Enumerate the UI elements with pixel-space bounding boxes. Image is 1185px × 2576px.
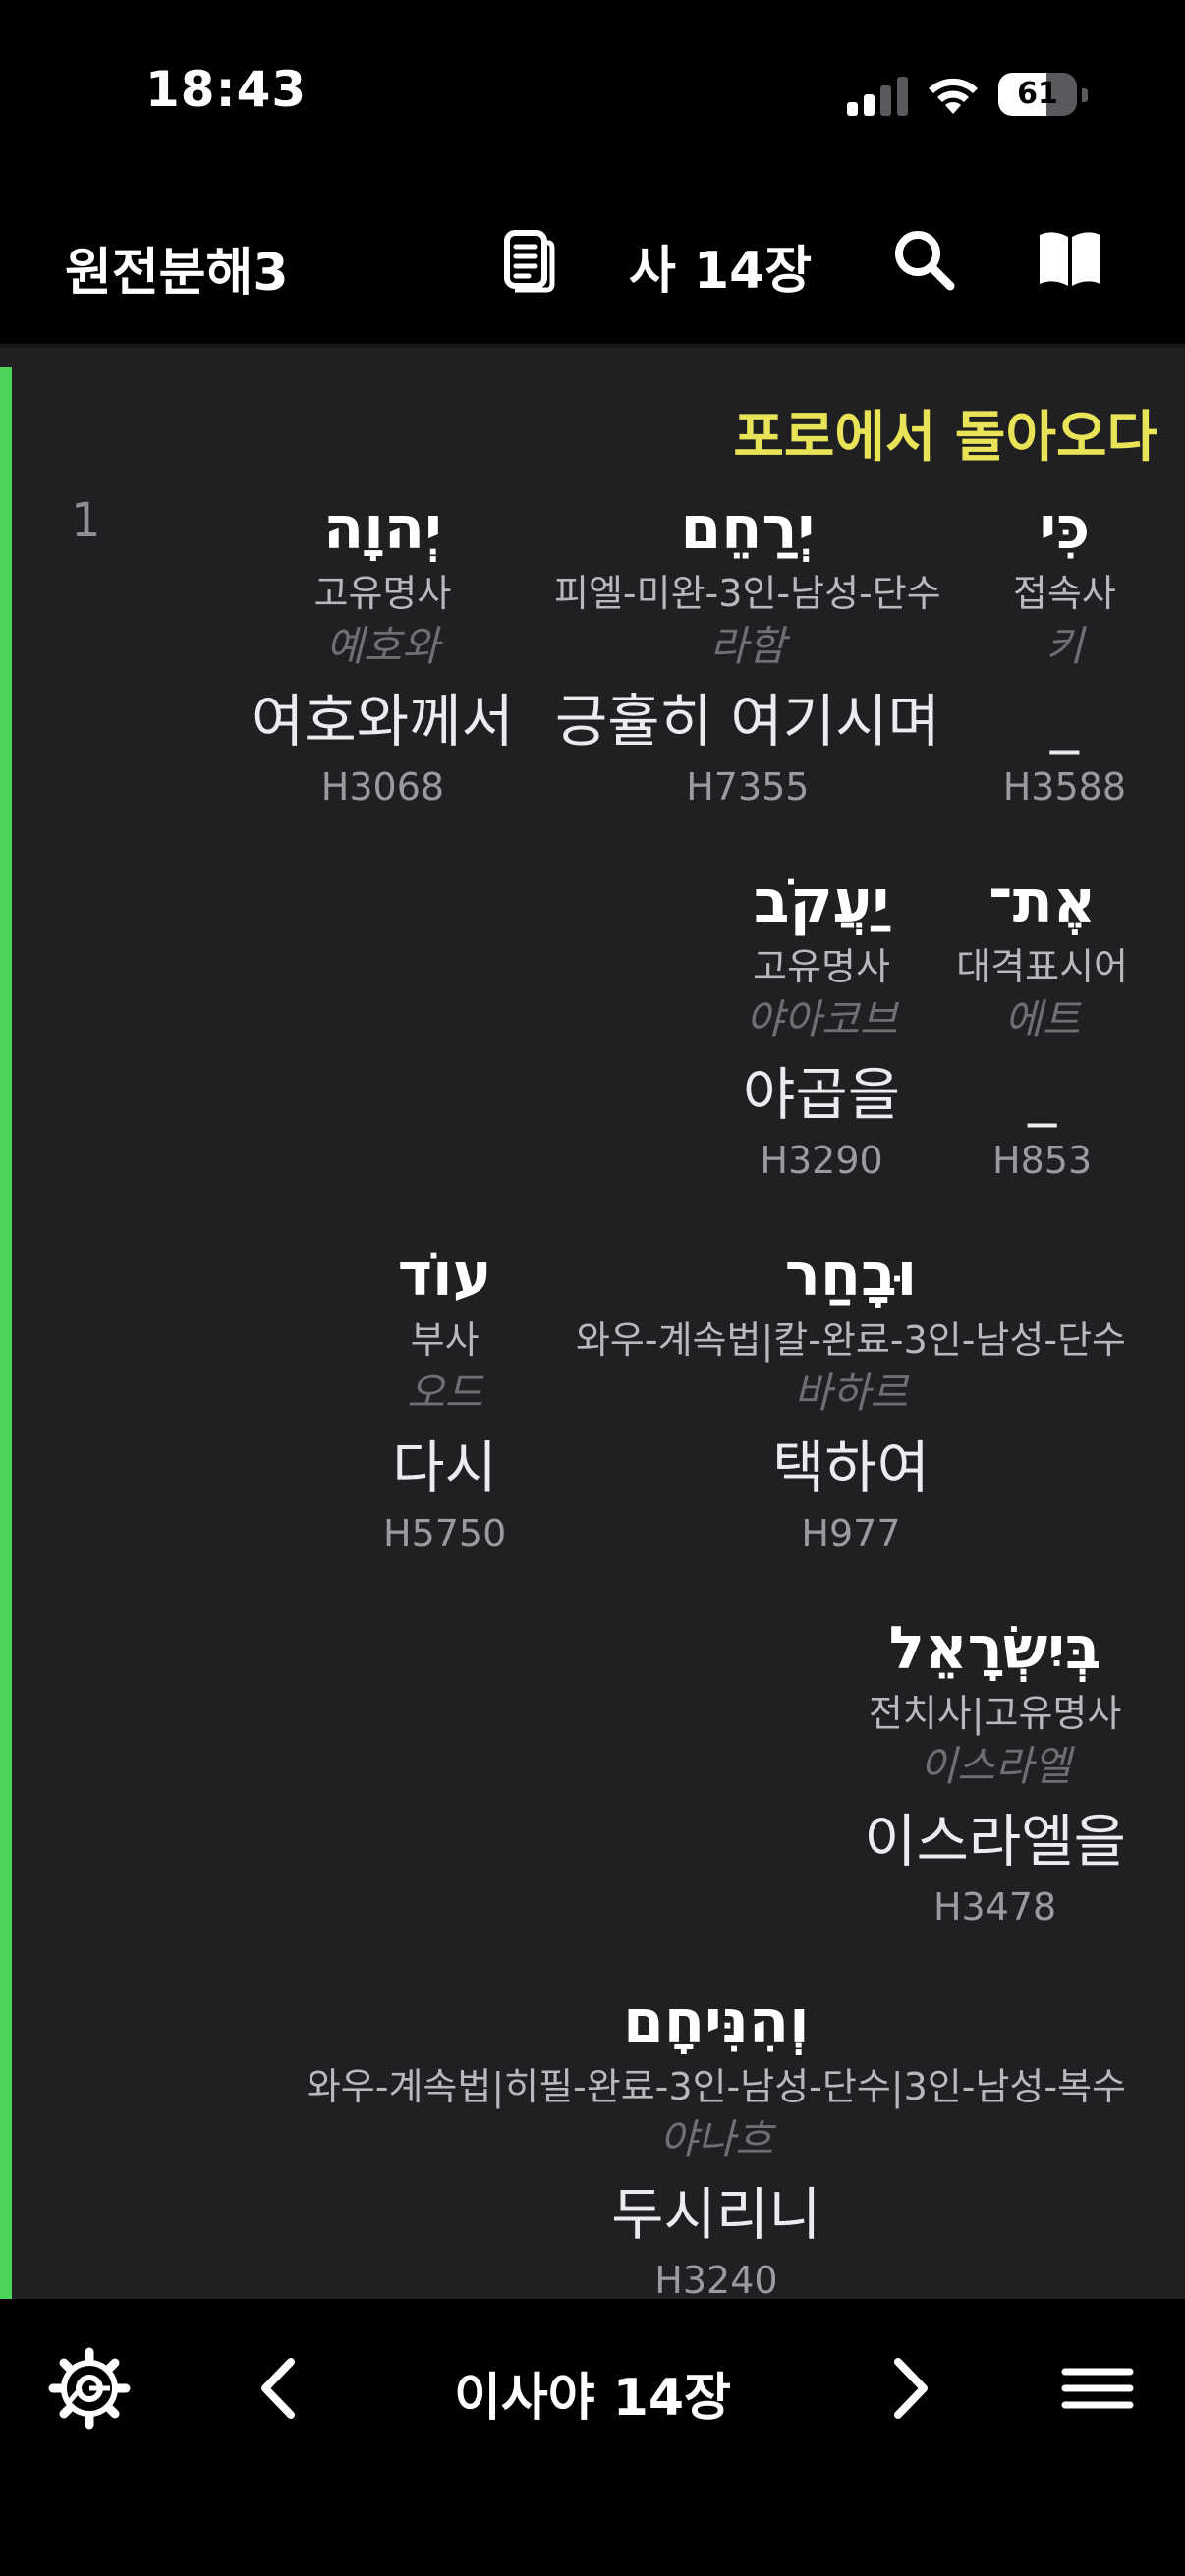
word-meaning: 여호와께서 <box>252 688 514 755</box>
strong-number: H5750 <box>383 1512 507 1555</box>
verse-number[interactable]: 1 <box>71 493 101 548</box>
word-parsing: 고유명사 <box>313 572 452 615</box>
word-meaning: _ <box>1028 1061 1057 1128</box>
status-time: 18:43 <box>145 61 308 118</box>
strong-number: H3240 <box>654 2259 778 2299</box>
word-block[interactable]: וְהִנִּיחָם 와우-계속법|히필-완료-3인-남성-단수|3인-남성-… <box>307 1983 1126 2299</box>
word-block[interactable]: יַעֲקֹב 고유명사 야아코브 야곱을 H3290 <box>743 863 900 1185</box>
word-meaning: 다시 <box>392 1434 497 1501</box>
word-transliteration: 키 <box>1045 622 1084 670</box>
bottom-toolbar: 이사야 14장 <box>0 2299 1185 2576</box>
cellular-signal-icon <box>847 75 908 116</box>
word-parsing: 접속사 <box>1012 572 1116 615</box>
word-transliteration: 이스라엘 <box>919 1742 1071 1790</box>
word-meaning: 두시리니 <box>611 2181 821 2248</box>
chevron-right-icon[interactable] <box>865 2344 953 2433</box>
word-transliteration: 바하르 <box>794 1369 908 1417</box>
word-parsing: 피엘-미완-3인-남성-단수 <box>554 572 941 615</box>
word-parsing: 와우-계속법|히필-완료-3인-남성-단수|3인-남성-복수 <box>306 2065 1126 2108</box>
word-meaning: _ <box>1049 688 1079 755</box>
document-icon[interactable] <box>491 225 560 294</box>
word-transliteration: 라함 <box>709 622 786 670</box>
strong-number: H3068 <box>320 765 445 809</box>
strong-number: H3290 <box>760 1139 883 1182</box>
word-meaning: 긍휼히 여기시며 <box>554 688 940 755</box>
hebrew-word: כִּי <box>1039 494 1091 563</box>
word-transliteration: 야아코브 <box>745 995 898 1043</box>
word-block[interactable]: בְּיִשְׂרָאֵל 전치사|고유명사 이스라엘 이스라엘을 H3478 <box>864 1609 1126 1932</box>
word-transliteration: 에트 <box>1003 995 1081 1043</box>
word-transliteration: 예호와 <box>325 622 440 670</box>
section-heading: 포로에서 돌아오다 <box>733 406 1157 470</box>
battery-percent: 61 <box>1017 77 1058 111</box>
app-header: 원전분해3 사 14장 <box>0 192 1185 344</box>
word-parsing: 부사 <box>410 1318 480 1362</box>
word-block[interactable]: עוֹד 부사 오드 다시 H5750 <box>383 1236 506 1558</box>
current-chapter-title[interactable]: 이사야 14장 <box>0 2356 1185 2430</box>
word-parsing: 고유명사 <box>753 945 890 988</box>
strong-number: H977 <box>801 1512 901 1555</box>
word-block[interactable]: כִּי 접속사 키 _ H3588 <box>1003 489 1126 812</box>
divider <box>0 344 1185 348</box>
menu-icon[interactable] <box>1053 2344 1142 2433</box>
hebrew-word: אֶת־ <box>988 868 1097 936</box>
chapter-selector[interactable]: 사 14장 <box>629 229 812 303</box>
hebrew-word: עוֹד <box>397 1241 492 1310</box>
word-transliteration: 야나흐 <box>658 2115 773 2163</box>
hebrew-word: יְרַחֵם <box>680 494 816 563</box>
word-meaning: 야곱을 <box>743 1061 901 1128</box>
search-icon[interactable] <box>889 225 958 294</box>
hebrew-word: בְּיִשְׂרָאֵל <box>888 1614 1101 1683</box>
word-meaning: 택하여 <box>771 1434 931 1501</box>
word-block[interactable]: יְרַחֵם 피엘-미완-3인-남성-단수 라함 긍휼히 여기시며 H7355 <box>554 489 941 812</box>
word-parsing: 대격표시어 <box>956 945 1128 988</box>
word-block[interactable]: וּבָחַר 와우-계속법|칼-완료-3인-남성-단수 바하르 택하여 H97… <box>576 1236 1126 1558</box>
word-block[interactable]: אֶת־ 대격표시어 에트 _ H853 <box>956 863 1128 1185</box>
word-block[interactable]: יְהוָה 고유명사 예호와 여호와께서 H3068 <box>252 489 514 812</box>
wifi-icon <box>929 78 978 114</box>
hebrew-word: יַעֲקֹב <box>753 868 890 936</box>
battery-icon: 61 <box>998 73 1088 116</box>
strong-number: H7355 <box>686 765 810 809</box>
status-bar: 18:43 61 <box>0 0 1185 192</box>
word-transliteration: 오드 <box>407 1369 483 1417</box>
section-accent-bar <box>0 367 12 2299</box>
word-parsing: 전치사|고유명사 <box>868 1692 1122 1735</box>
hebrew-word: יְהוָה <box>323 494 442 563</box>
hebrew-word: וְהִנִּיחָם <box>623 1988 810 2056</box>
strong-number: H3588 <box>1002 765 1126 809</box>
book-icon[interactable] <box>1036 225 1104 294</box>
strong-number: H853 <box>992 1139 1093 1182</box>
app-title[interactable]: 원전분해3 <box>65 231 289 305</box>
hebrew-word: וּבָחַר <box>784 1241 918 1310</box>
verse-content[interactable]: 포로에서 돌아오다 1 כִּי 접속사 키 _ H3588 יְרַחֵם 피… <box>0 344 1185 2299</box>
word-parsing: 와우-계속법|칼-완료-3인-남성-단수 <box>575 1318 1126 1362</box>
word-meaning: 이스라엘을 <box>864 1808 1126 1875</box>
strong-number: H3478 <box>932 1885 1057 1929</box>
